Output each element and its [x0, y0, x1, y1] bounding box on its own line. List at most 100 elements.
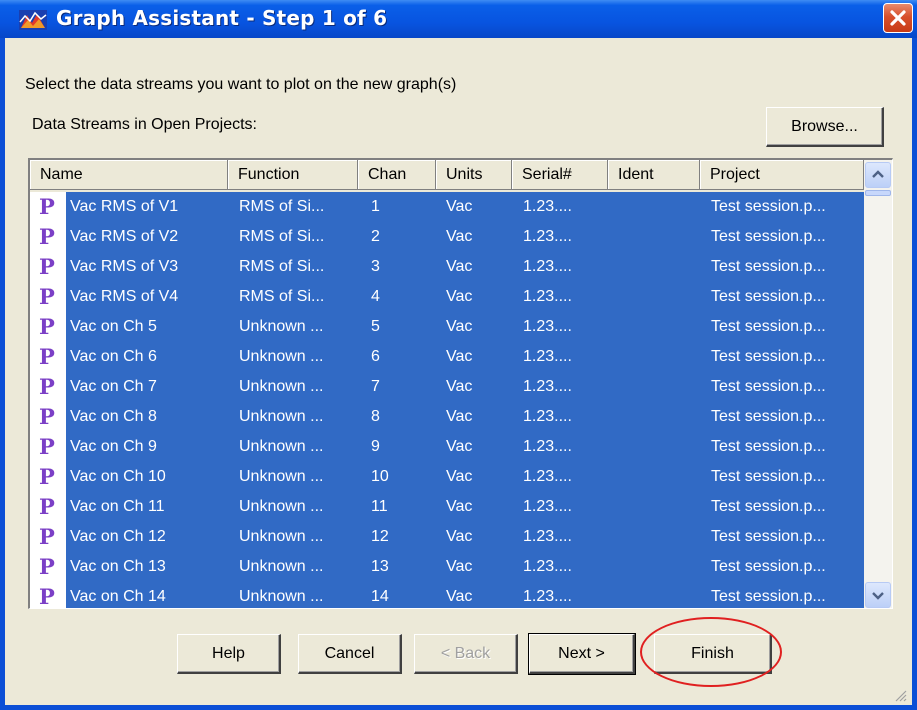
- table-row[interactable]: P Vac on Ch 10 Unknown ... 10 Vac 1.23.... Tes…: [30, 462, 864, 492]
- data-stream-p-icon: P: [39, 404, 55, 429]
- cell-serial: 1.23....: [523, 258, 572, 275]
- column-header-ident[interactable]: Ident: [608, 160, 700, 190]
- browse-button[interactable]: Browse...: [766, 107, 884, 147]
- list-rows: P Vac RMS of V1 RMS of Si... 1 Vac 1.23.... Te…: [30, 192, 864, 608]
- cell-ident: [619, 342, 697, 372]
- cell-ident: [619, 282, 697, 312]
- data-stream-p-icon: P: [39, 224, 55, 249]
- cell-project: Test session.p...: [711, 378, 826, 395]
- cell-ident: [619, 462, 697, 492]
- data-stream-p-icon: P: [39, 194, 55, 219]
- cell-function: Unknown ...: [239, 528, 324, 545]
- cell-ident: [619, 432, 697, 462]
- table-row[interactable]: P Vac on Ch 12 Unknown ... 12 Vac 1.23.... Tes…: [30, 522, 864, 552]
- cell-ident: [619, 522, 697, 552]
- cell-serial: 1.23....: [523, 318, 572, 335]
- cell-serial: 1.23....: [523, 198, 572, 215]
- column-header-function[interactable]: Function: [228, 160, 358, 190]
- cell-chan: 14: [371, 588, 389, 605]
- highlight-ellipse: [640, 617, 782, 687]
- table-row[interactable]: P Vac on Ch 5 Unknown ... 5 Vac 1.23.... Test …: [30, 312, 864, 342]
- graph-assistant-window: Graph Assistant - Step 1 of 6 Select the…: [0, 0, 917, 710]
- data-streams-list[interactable]: Name Function Chan Units Serial# Ident P…: [28, 158, 893, 609]
- table-row[interactable]: P Vac on Ch 8 Unknown ... 8 Vac 1.23.... Test …: [30, 402, 864, 432]
- cell-ident: [619, 552, 697, 582]
- title-bar[interactable]: Graph Assistant - Step 1 of 6: [0, 0, 917, 38]
- cell-chan: 4: [371, 288, 380, 305]
- cell-function: Unknown ...: [239, 408, 324, 425]
- cell-function: RMS of Si...: [239, 198, 325, 215]
- cell-units: Vac: [446, 258, 473, 275]
- cell-chan: 13: [371, 558, 389, 575]
- data-streams-label: Data Streams in Open Projects:: [32, 116, 257, 133]
- cell-function: Unknown ...: [239, 498, 324, 515]
- table-row[interactable]: P Vac on Ch 7 Unknown ... 7 Vac 1.23.... Test …: [30, 372, 864, 402]
- cell-ident: [619, 492, 697, 522]
- cell-project: Test session.p...: [711, 408, 826, 425]
- data-stream-p-icon: P: [39, 524, 55, 549]
- table-row[interactable]: P Vac RMS of V4 RMS of Si... 4 Vac 1.23.... Te…: [30, 282, 864, 312]
- cell-function: Unknown ...: [239, 318, 324, 335]
- cell-ident: [619, 312, 697, 342]
- cell-name: Vac on Ch 7: [70, 378, 157, 395]
- window-title: Graph Assistant - Step 1 of 6: [56, 6, 388, 30]
- cell-name: Vac on Ch 6: [70, 348, 157, 365]
- cell-name: Vac on Ch 11: [70, 498, 165, 515]
- column-header-name[interactable]: Name: [30, 160, 228, 190]
- cell-name: Vac on Ch 13: [70, 558, 166, 575]
- cell-units: Vac: [446, 438, 473, 455]
- cell-chan: 12: [371, 528, 389, 545]
- cell-serial: 1.23....: [523, 588, 572, 605]
- cell-project: Test session.p...: [711, 318, 826, 335]
- cell-project: Test session.p...: [711, 438, 826, 455]
- back-button[interactable]: < Back: [414, 634, 518, 674]
- data-stream-p-icon: P: [39, 344, 55, 369]
- column-header-serial[interactable]: Serial#: [512, 160, 608, 190]
- cell-chan: 11: [371, 498, 388, 515]
- window-frame-bottom: [0, 705, 917, 710]
- cell-serial: 1.23....: [523, 378, 572, 395]
- chevron-down-icon: [872, 592, 884, 600]
- column-header-chan[interactable]: Chan: [358, 160, 436, 190]
- table-row[interactable]: P Vac on Ch 11 Unknown ... 11 Vac 1.23.... Tes…: [30, 492, 864, 522]
- cell-function: RMS of Si...: [239, 228, 325, 245]
- scroll-thumb[interactable]: [865, 190, 891, 196]
- scroll-down-button[interactable]: [865, 582, 891, 608]
- table-row[interactable]: P Vac RMS of V1 RMS of Si... 1 Vac 1.23.... Te…: [30, 192, 864, 222]
- vertical-scrollbar[interactable]: [864, 160, 892, 608]
- scroll-up-button[interactable]: [865, 162, 891, 188]
- resize-grip-icon[interactable]: [893, 688, 907, 702]
- table-row[interactable]: P Vac on Ch 13 Unknown ... 13 Vac 1.23.... Tes…: [30, 552, 864, 582]
- cell-function: Unknown ...: [239, 558, 324, 575]
- table-row[interactable]: P Vac on Ch 9 Unknown ... 9 Vac 1.23.... Test …: [30, 432, 864, 462]
- cell-chan: 1: [371, 198, 380, 215]
- cell-function: Unknown ...: [239, 378, 324, 395]
- help-button[interactable]: Help: [177, 634, 281, 674]
- cell-name: Vac RMS of V2: [70, 228, 179, 245]
- next-button[interactable]: Next >: [528, 633, 636, 675]
- cell-name: Vac on Ch 14: [70, 588, 166, 605]
- cell-units: Vac: [446, 318, 473, 335]
- cell-ident: [619, 252, 697, 282]
- table-row[interactable]: P Vac RMS of V3 RMS of Si... 3 Vac 1.23.... Te…: [30, 252, 864, 282]
- cell-serial: 1.23....: [523, 408, 572, 425]
- cancel-button[interactable]: Cancel: [298, 634, 402, 674]
- data-stream-p-icon: P: [39, 434, 55, 459]
- cell-project: Test session.p...: [711, 198, 826, 215]
- cell-function: Unknown ...: [239, 348, 324, 365]
- table-row[interactable]: P Vac on Ch 14 Unknown ... 14 Vac 1.23.... Tes…: [30, 582, 864, 608]
- cell-units: Vac: [446, 348, 473, 365]
- cell-name: Vac RMS of V1: [70, 198, 179, 215]
- cell-units: Vac: [446, 588, 473, 605]
- cell-units: Vac: [446, 378, 473, 395]
- close-button[interactable]: [883, 3, 913, 33]
- column-header-project[interactable]: Project: [700, 160, 864, 190]
- table-row[interactable]: P Vac RMS of V2 RMS of Si... 2 Vac 1.23.... Te…: [30, 222, 864, 252]
- cell-name: Vac RMS of V4: [70, 288, 179, 305]
- cell-name: Vac on Ch 10: [70, 468, 166, 485]
- table-row[interactable]: P Vac on Ch 6 Unknown ... 6 Vac 1.23.... Test …: [30, 342, 864, 372]
- cell-project: Test session.p...: [711, 558, 826, 575]
- cell-units: Vac: [446, 288, 473, 305]
- chevron-up-icon: [872, 170, 884, 178]
- column-header-units[interactable]: Units: [436, 160, 512, 190]
